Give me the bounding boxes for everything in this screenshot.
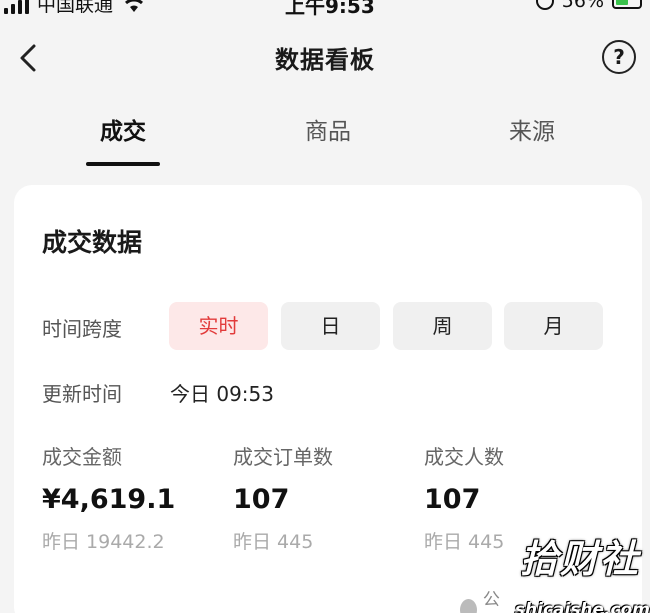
metric-label: 成交人数: [424, 445, 504, 469]
wifi-icon: [125, 0, 144, 12]
carrier-label: 中国联通: [37, 0, 114, 16]
battery-icon: [612, 0, 642, 9]
metric-label: 成交订单数: [233, 445, 333, 469]
metric-yesterday: 昨日 445: [233, 531, 314, 553]
page-title: 数据看板: [275, 46, 375, 74]
metric-amount: 成交金额 ¥4,619.1 昨日 19442.2: [42, 441, 232, 554]
metric-value: ¥4,619.1: [42, 484, 176, 515]
status-right: 56%: [535, 0, 642, 12]
metric-label: 成交金额: [42, 445, 122, 469]
card-title: 成交数据: [42, 228, 143, 257]
signal-icon: [4, 0, 29, 14]
metric-value: 107: [233, 484, 290, 515]
time-span-label: 时间跨度: [42, 317, 122, 341]
watermark-account: 公众 shicaishe.com: [460, 585, 650, 613]
wechat-icon: [460, 599, 477, 613]
update-time-value: 今日 09:53: [170, 382, 274, 406]
rotation-lock-icon: [535, 0, 554, 10]
status-left: 中国联通: [4, 0, 147, 17]
help-icon[interactable]: ?: [602, 40, 636, 74]
segment-day[interactable]: 日: [281, 302, 380, 350]
metric-yesterday: 昨日 19442.2: [42, 531, 165, 553]
battery-percentage: 56%: [561, 0, 604, 12]
update-time-label: 更新时间: [42, 382, 122, 406]
metric-orders: 成交订单数 107 昨日 445: [233, 441, 423, 554]
watermark-logo: 拾财社: [520, 537, 641, 581]
tab-deals[interactable]: 成交: [63, 112, 183, 146]
segment-week[interactable]: 周: [393, 302, 492, 350]
status-time: 上午9:53: [285, 0, 375, 18]
status-bar: 中国联通 上午9:53 56%: [0, 0, 650, 18]
watermark-url: shicaishe.com: [514, 600, 650, 613]
tab-sources[interactable]: 来源: [472, 112, 592, 146]
segment-realtime[interactable]: 实时: [169, 302, 268, 350]
navigation-bar: 数据看板 ?: [0, 30, 650, 86]
watermark-prefix: 公众: [482, 590, 500, 610]
segment-month[interactable]: 月: [504, 302, 603, 350]
tab-products[interactable]: 商品: [268, 112, 388, 146]
metric-value: 107: [424, 484, 481, 515]
active-tab-indicator: [86, 162, 160, 166]
tab-bar: 成交 商品 来源: [0, 100, 650, 168]
